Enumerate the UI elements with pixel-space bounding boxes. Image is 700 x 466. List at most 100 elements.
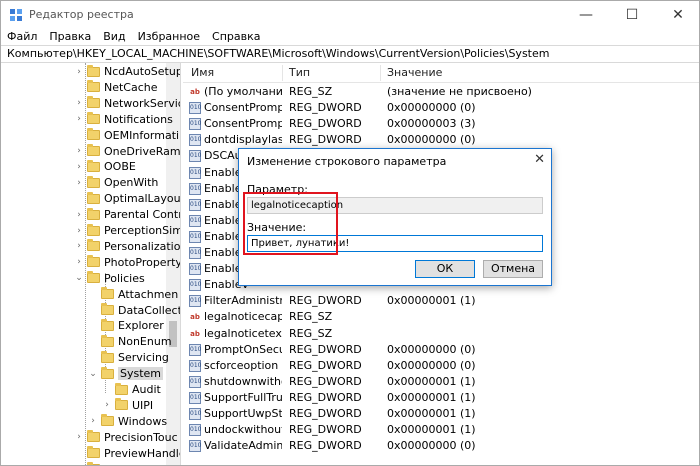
expand-arrow-icon[interactable]: › — [73, 67, 85, 77]
folder-icon — [87, 271, 100, 284]
tree-item-label: NetCache — [104, 80, 158, 94]
tree-item[interactable]: Audit — [101, 381, 161, 398]
value-row[interactable]: ab (По умолчанию) REG_SZ (значение не присв… — [183, 84, 699, 100]
tree-item[interactable]: PreviewHandle — [73, 445, 180, 462]
expand-arrow-icon[interactable]: › — [73, 241, 85, 251]
column-type-header[interactable]: Тип — [283, 63, 310, 83]
address-bar[interactable]: Компьютер\HKEY_LOCAL_MACHINE\SOFTWARE\Mi… — [1, 45, 699, 63]
title-bar: Редактор реестра — ☐ ✕ — [1, 1, 699, 29]
expand-arrow-icon[interactable]: › — [73, 432, 85, 442]
tree-item-label: OpenWith — [104, 176, 159, 190]
tree-item[interactable]: › Parental Contr — [73, 206, 180, 223]
binary-value-icon: 010 — [189, 150, 201, 163]
collapse-arrow-icon[interactable]: ⌄ — [87, 369, 99, 379]
value-row[interactable]: 010PromptOnSecur... REG_DWORD 0x00000000 (… — [183, 342, 699, 358]
value-row[interactable]: 010SupportUwpStar... REG_DWORD 0x00000001 … — [183, 406, 699, 422]
tree-item-label: Explorer — [118, 319, 164, 333]
collapse-arrow-icon[interactable]: ⌄ — [73, 273, 85, 283]
tree-item[interactable]: Servicing — [87, 349, 169, 366]
tree-item[interactable]: › OOBE — [73, 158, 136, 175]
close-button[interactable]: ✕ — [655, 1, 699, 29]
folder-icon — [87, 239, 100, 252]
tree-item[interactable]: Attachmen — [87, 286, 178, 303]
value-row[interactable]: 010ConsentPrompt... REG_DWORD 0x00000000 (… — [183, 100, 699, 116]
expand-arrow-icon[interactable]: › — [73, 178, 85, 188]
value-row[interactable]: ab legalnoticecapti... REG_SZ — [183, 309, 699, 325]
expand-arrow-icon[interactable]: › — [101, 400, 113, 410]
list-header: Имя Тип Значение — [183, 63, 699, 83]
folder-icon — [101, 318, 114, 331]
value-row[interactable]: 010undockwithoutl... REG_DWORD 0x00000001 … — [183, 422, 699, 438]
tree-item-label: OEMInformati — [104, 128, 180, 142]
folder-icon — [87, 207, 100, 220]
value-row[interactable]: 010ConsentPrompt... REG_DWORD 0x00000003 (… — [183, 116, 699, 132]
tree-item[interactable]: ›Privacy — [73, 461, 144, 465]
folder-icon — [101, 350, 114, 363]
tree-item[interactable]: › UIPI — [101, 397, 153, 414]
tree-item[interactable]: › NcdAutoSetup — [73, 63, 180, 80]
minimize-button[interactable]: — — [563, 1, 609, 29]
tree-item-label: OptimalLayou — [104, 192, 181, 206]
expand-arrow-icon[interactable]: › — [73, 114, 85, 124]
folder-icon — [101, 334, 114, 347]
tree-item-label: PrecisionTouc — [104, 430, 178, 444]
value-data: 0x00000000 (0) — [387, 101, 476, 115]
tree-item[interactable]: › NetworkServic — [73, 95, 180, 112]
tree-item[interactable]: › OpenWith — [73, 174, 158, 191]
expand-arrow-icon[interactable]: › — [73, 146, 85, 156]
expand-arrow-icon[interactable]: › — [87, 416, 99, 426]
tree-item[interactable]: OptimalLayou — [73, 190, 181, 207]
folder-icon — [87, 430, 100, 443]
menu-help[interactable]: Справка — [206, 29, 266, 46]
tree-item[interactable]: › PerceptionSim — [73, 222, 180, 239]
column-value-header[interactable]: Значение — [381, 63, 442, 83]
tree-item[interactable]: › OneDriveRamp — [73, 143, 180, 160]
tree-item[interactable]: ⌄ Policies — [73, 270, 145, 287]
tree-item[interactable]: › Notifications — [73, 111, 173, 128]
value-row[interactable]: ab legalnoticetext REG_SZ — [183, 326, 699, 342]
tree-item[interactable]: Explorer — [87, 317, 164, 334]
column-name-header[interactable]: Имя — [185, 63, 214, 83]
value-row[interactable]: 010SupportFullTrust... REG_DWORD 0x0000000… — [183, 390, 699, 406]
menu-edit[interactable]: Правка — [43, 29, 97, 46]
menu-file[interactable]: Файл — [1, 29, 43, 46]
folder-icon — [115, 398, 128, 411]
value-type: REG_DWORD — [289, 358, 362, 372]
tree-item[interactable]: › PhotoProperty — [73, 254, 180, 271]
value-row[interactable]: 010dontdisplaylastu... REG_DWORD 0x0000000… — [183, 132, 699, 148]
value-type: REG_DWORD — [289, 133, 362, 147]
value-data: 0x00000000 (0) — [387, 133, 476, 147]
tree-item[interactable]: ⌄ System — [87, 365, 164, 382]
tree-item[interactable]: DataCollect — [87, 302, 181, 319]
value-row[interactable]: 010 scforceoption REG_DWORD 0x00000000 (0) — [183, 358, 699, 374]
menu-favorites[interactable]: Избранное — [132, 29, 206, 46]
tree-item[interactable]: NetCache — [73, 79, 158, 96]
cancel-button[interactable]: Отмена — [483, 260, 543, 278]
tree-item[interactable]: › Personalizatio — [73, 238, 180, 255]
value-name: dontdisplaylastu... — [204, 133, 282, 147]
expand-arrow-icon[interactable]: › — [73, 162, 85, 172]
value-data — [387, 309, 687, 325]
maximize-button[interactable]: ☐ — [609, 1, 655, 29]
tree-item[interactable]: › Windows — [87, 413, 167, 430]
expand-arrow-icon[interactable]: › — [73, 226, 85, 236]
folder-icon — [87, 96, 100, 109]
string-value-icon: ab — [190, 329, 200, 338]
value-row[interactable]: 010ValidateAdminC... REG_DWORD 0x00000000 … — [183, 438, 699, 454]
value-data: 0x00000001 (1) — [387, 390, 476, 404]
value-row[interactable]: 010FilterAdministra... REG_DWORD 0x0000000… — [183, 293, 699, 309]
folder-icon — [87, 128, 100, 141]
expand-arrow-icon[interactable]: › — [73, 210, 85, 220]
value-row[interactable]: 010shutdownwitho... REG_DWORD 0x00000001 (… — [183, 374, 699, 390]
expand-arrow-icon[interactable]: › — [73, 98, 85, 108]
tree-item[interactable]: NonEnum — [87, 333, 172, 350]
tree-item[interactable]: › PrecisionTouc — [73, 429, 178, 446]
tree-item[interactable]: OEMInformati — [73, 127, 179, 144]
expand-arrow-icon[interactable]: › — [73, 257, 85, 267]
binary-value-icon: 010 — [189, 102, 201, 115]
tree-item-label: DataCollect — [118, 303, 181, 317]
dialog-close-icon[interactable]: ✕ — [534, 152, 545, 167]
binary-value-icon: 010 — [189, 166, 201, 179]
menu-view[interactable]: Вид — [97, 29, 131, 46]
ok-button[interactable]: ОК — [415, 260, 475, 278]
